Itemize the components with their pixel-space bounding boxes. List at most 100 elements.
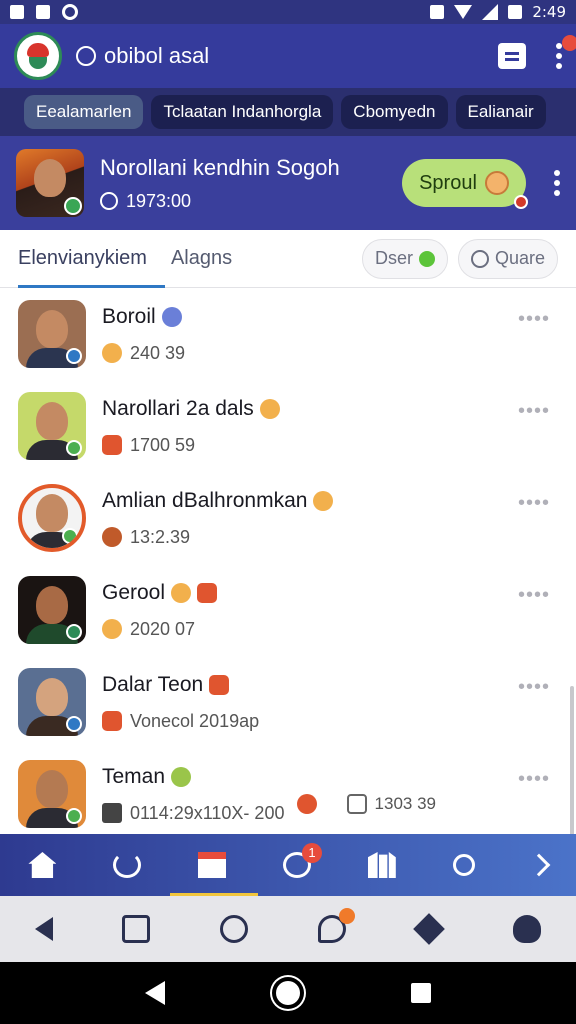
back-icon[interactable] xyxy=(34,917,53,941)
category-chip-1[interactable]: Eealamarlen xyxy=(24,95,144,129)
more-icon[interactable]: •••• xyxy=(518,584,550,607)
category-chip-3[interactable]: Cbomyedn xyxy=(341,95,448,129)
app-actions xyxy=(498,35,576,69)
reaction-icon xyxy=(296,794,317,814)
more-icon[interactable]: •••• xyxy=(518,400,550,423)
more-icon[interactable]: •••• xyxy=(518,492,550,515)
gauge-icon[interactable]: 1 xyxy=(282,843,322,878)
nav-recents-icon[interactable] xyxy=(410,983,431,1003)
clock-icon xyxy=(100,192,118,210)
star-icon xyxy=(209,674,230,695)
notification-badge xyxy=(562,35,576,51)
search-tab-icon[interactable] xyxy=(452,854,475,876)
battery-icon xyxy=(508,5,523,19)
app-logo[interactable] xyxy=(14,32,62,80)
chat-icon[interactable] xyxy=(317,908,355,943)
tab-primary[interactable]: Elenvianykiem xyxy=(18,230,165,288)
wink-icon xyxy=(171,582,192,603)
nav-back-icon[interactable] xyxy=(145,981,166,1005)
contact-text: Narollari 2a dals 1700 59 xyxy=(102,397,280,456)
status-left-icons xyxy=(10,4,78,20)
smile-icon xyxy=(102,343,122,363)
contact-sub-text: 2020 07 xyxy=(130,618,196,639)
overflow-menu-icon[interactable] xyxy=(556,35,576,69)
scrollbar[interactable] xyxy=(570,686,574,834)
contact-name-text: Gerool xyxy=(102,580,166,604)
avatar-face xyxy=(36,402,68,440)
home-icon[interactable] xyxy=(28,852,57,878)
wifi-icon xyxy=(454,5,473,19)
contact-name: Narollari 2a dals xyxy=(102,397,280,421)
contact-row[interactable]: Amlian dBalhronmkan 13:2.39 •••• xyxy=(0,472,576,564)
contact-name-text: Narollari 2a dals xyxy=(102,396,254,420)
category-chip-4[interactable]: Ealianair xyxy=(455,95,546,129)
refresh-icon[interactable] xyxy=(113,852,142,878)
contact-row[interactable]: Teman 0114:29x110X- 200 1303 39 •••• xyxy=(0,748,576,834)
contact-row[interactable]: Narollari 2a dals 1700 59 •••• xyxy=(0,380,576,472)
note-icon[interactable] xyxy=(122,915,151,943)
chat-badge xyxy=(338,908,355,924)
person-icon xyxy=(102,527,122,547)
category-chip-2[interactable]: Tclaatan Indanhorgla xyxy=(151,95,334,129)
contact-sub: 240 39 xyxy=(102,343,185,364)
diamond-icon[interactable] xyxy=(413,913,446,945)
featured-more-icon[interactable] xyxy=(554,170,560,196)
contact-sub-text: Vonecol 2019ap xyxy=(130,710,260,731)
status-bar: 2:49 xyxy=(0,0,576,24)
contact-sub: 0114:29x110X- 200 xyxy=(102,803,284,824)
avatar-face xyxy=(36,494,68,532)
avatar-face xyxy=(36,770,68,808)
leaf-icon xyxy=(66,624,82,640)
filter-pill-2[interactable]: Quare xyxy=(457,238,558,279)
check-icon xyxy=(62,528,78,544)
status-time: 2:49 xyxy=(532,3,566,21)
contact-row[interactable]: Boroil 240 39 •••• xyxy=(0,288,576,380)
contact-name: Dalar Teon xyxy=(102,673,259,697)
tab-secondary[interactable]: Alagns xyxy=(171,230,232,288)
next-icon[interactable] xyxy=(528,853,551,877)
contact-row[interactable]: Dalar Teon Vonecol 2019ap •••• xyxy=(0,656,576,748)
pill-2-label: Quare xyxy=(494,248,545,268)
user-icon[interactable] xyxy=(513,915,542,943)
featured-avatar[interactable] xyxy=(16,149,84,217)
contact-name: Teman xyxy=(102,765,284,789)
contact-sub-text: 13:2.39 xyxy=(130,526,191,547)
contact-sub: Vonecol 2019ap xyxy=(102,711,259,732)
avatar[interactable] xyxy=(18,392,86,460)
avatar[interactable] xyxy=(18,484,86,552)
featured-action-button[interactable]: Sproul xyxy=(402,159,528,209)
verified-icon xyxy=(64,197,82,215)
avatar[interactable] xyxy=(18,668,86,736)
contact-name: Amlian dBalhronmkan xyxy=(102,489,334,513)
contact-extra-text: 1303 39 xyxy=(374,794,436,813)
alert-icon[interactable] xyxy=(220,915,249,943)
avatar[interactable] xyxy=(18,300,86,368)
books-icon[interactable] xyxy=(367,852,396,878)
more-icon[interactable]: •••• xyxy=(518,768,550,791)
category-strip: Eealamarlen Tclaatan Indanhorgla Cbomyed… xyxy=(0,88,576,136)
pill-1-label: Dser xyxy=(374,248,413,268)
contact-name-text: Dalar Teon xyxy=(102,672,204,696)
contact-sub: 1700 59 xyxy=(102,435,280,456)
contact-row[interactable]: Gerool 2020 07 •••• xyxy=(0,564,576,656)
screen: 2:49 obibol asal Eealamarlen Tclaatan In… xyxy=(0,0,576,1024)
contact-name: Gerool xyxy=(102,580,218,605)
featured-text: Norollani kendhin Sogoh 1973:00 xyxy=(100,155,340,212)
message-icon[interactable] xyxy=(498,43,526,69)
secondary-toolbar xyxy=(0,896,576,962)
avatar[interactable] xyxy=(18,760,86,828)
grin-icon xyxy=(313,490,334,511)
gift-icon xyxy=(102,435,122,455)
featured-contact-card[interactable]: Norollani kendhin Sogoh 1973:00 Sproul xyxy=(0,136,576,230)
more-icon[interactable]: •••• xyxy=(518,308,550,331)
contact-sub-text: 1700 59 xyxy=(130,434,196,455)
contact-text: Teman 0114:29x110X- 200 xyxy=(102,765,284,824)
nav-home-icon[interactable] xyxy=(275,981,300,1005)
more-icon[interactable]: •••• xyxy=(518,676,550,699)
filter-pill-1[interactable]: Dser xyxy=(361,238,448,279)
info-icon[interactable] xyxy=(76,46,96,66)
avatar[interactable] xyxy=(18,576,86,644)
contact-extra: 1303 39 xyxy=(296,794,436,814)
avatar-face xyxy=(36,310,68,348)
store-icon[interactable] xyxy=(198,852,227,878)
